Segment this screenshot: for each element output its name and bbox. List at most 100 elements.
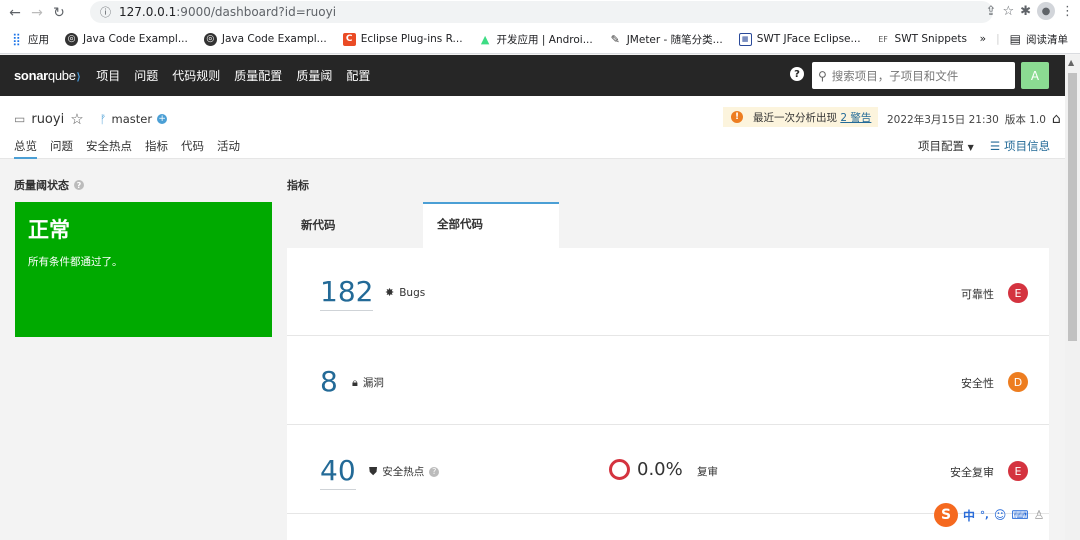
nav-rules[interactable]: 代码规则 (172, 67, 220, 84)
menu-kebab-icon[interactable]: ⋮ (1061, 4, 1074, 19)
security-review-rating[interactable]: E (1008, 461, 1028, 481)
vulnerabilities-label-text: 漏洞 (362, 377, 384, 389)
vulnerabilities-label: 🔒︎ 漏洞 (352, 375, 384, 390)
measure-row-hotspots: 40 ⛊ 安全热点 ? 0.0% 复审 安全复审 E (287, 426, 1049, 514)
bookmark-jmeter[interactable]: ✎ JMeter - 随笔分类... (609, 32, 723, 47)
bookmark-eclipse-plugins[interactable]: C Eclipse Plug-ins R... (342, 32, 463, 46)
emoji-icon[interactable]: ☺ (994, 508, 1007, 522)
nav-quality-profiles[interactable]: 质量配置 (234, 67, 282, 84)
reliability-label: 可靠性 (961, 288, 994, 301)
help-icon[interactable]: ? (74, 180, 84, 190)
nav-issues[interactable]: 问题 (134, 67, 158, 84)
tab-activity[interactable]: 活动 (217, 138, 240, 159)
bookmark-java-code-2[interactable]: ◎ Java Code Exampl... (203, 32, 327, 46)
forward-arrow-icon[interactable]: → (26, 2, 48, 24)
project-info-link[interactable]: ☰ 项目信息 (990, 138, 1050, 154)
bookmark-java-code-1[interactable]: ◎ Java Code Exampl... (65, 32, 188, 46)
bookmark-label: Java Code Exampl... (83, 33, 188, 45)
info-icon[interactable]: ⓘ (100, 4, 111, 20)
search-input[interactable]: ⚲ 搜索项目，子项目和文件 (812, 62, 1015, 89)
bookmark-swt-jface[interactable]: ▦ SWT JFace Eclipse... (738, 32, 861, 46)
search-placeholder: 搜索项目，子项目和文件 (831, 68, 959, 83)
sogou-logo-icon[interactable]: S (934, 503, 958, 527)
hotspots-label: ⛊ 安全热点 ? (369, 464, 440, 479)
home-icon[interactable]: ⌂ (1052, 111, 1061, 127)
star-bookmark-icon[interactable]: ☆ (1002, 4, 1014, 19)
tab-security-hotspots[interactable]: 安全热点 (86, 138, 132, 159)
security-review-label: 安全复审 (950, 466, 994, 479)
bugs-label: ✸ Bugs (385, 286, 425, 299)
project-config-dropdown[interactable]: 项目配置 ▼ (918, 138, 974, 154)
share-icon[interactable]: ⇪ (986, 4, 997, 19)
back-arrow-icon[interactable]: ← (4, 2, 26, 24)
quality-gate-description: 所有条件都通过了。 (28, 256, 123, 268)
bookmark-apps[interactable]: ⣿ 应用 (10, 32, 49, 47)
profile-icon[interactable]: ● (1037, 2, 1055, 20)
bookmark-label: SWT Snippets (894, 33, 967, 45)
pen-icon: ✎ (610, 32, 620, 46)
bookmarks-bar: ⣿ 应用 ◎ Java Code Exampl... ◎ Java Code E… (0, 25, 1080, 54)
extensions-icon[interactable]: ✱ (1020, 4, 1031, 19)
project-tabs: 总览 问题 安全热点 指标 代码 活动 (14, 138, 240, 159)
hotspots-reviewed-percent[interactable]: 0.0% (637, 459, 683, 480)
hotspots-count[interactable]: 40 (320, 457, 356, 490)
reliability-rating[interactable]: E (1008, 283, 1028, 303)
avatar[interactable]: A (1021, 62, 1049, 89)
tab-new-code[interactable]: 新代码 (287, 202, 423, 248)
bookmarks-overflow[interactable]: » (980, 33, 986, 45)
url-field[interactable]: ⓘ 127.0.0.1:9000/dashboard?id=ruoyi (90, 1, 993, 23)
keyboard-icon[interactable]: ⌨ (1011, 508, 1028, 522)
bookmark-swt-snippets[interactable]: EF SWT Snippets (877, 33, 967, 46)
nav-administration[interactable]: 配置 (346, 67, 370, 84)
tab-overview[interactable]: 总览 (14, 138, 37, 159)
ime-punctuation[interactable]: °, (980, 510, 989, 521)
measure-row-vulnerabilities: 8 🔒︎ 漏洞 安全性 D (287, 337, 1049, 425)
bookmark-label: 开发应用 | Androi... (496, 33, 593, 46)
sonarqube-logo[interactable]: sonarqube⟩ (14, 68, 81, 83)
sonarqube-top-nav: sonarqube⟩ 项目 问题 代码规则 质量配置 质量阈 配置 ? ⚲ 搜索… (0, 55, 1065, 96)
scroll-up-icon[interactable]: ▲ (1068, 58, 1074, 67)
warning-icon: ! (731, 111, 743, 123)
bookmark-label: Java Code Exampl... (221, 33, 327, 45)
tab-measures[interactable]: 指标 (145, 138, 168, 159)
quality-gate-status-box: 正常 所有条件都通过了。 (15, 202, 272, 337)
security-rating[interactable]: D (1008, 372, 1028, 392)
nav-projects[interactable]: 项目 (96, 67, 120, 84)
branch-name: master (111, 112, 153, 126)
browser-actions: ⇪ ☆ ✱ ● ⋮ (986, 2, 1074, 20)
bugs-label-text: Bugs (399, 286, 426, 299)
help-icon[interactable]: ? (790, 67, 804, 81)
bookmark-android-dev[interactable]: ▲ 开发应用 | Androi... (479, 32, 593, 47)
project-icon: ▭ (14, 112, 26, 126)
apps-grid-icon: ⣿ (12, 32, 21, 46)
project-config-label: 项目配置 (918, 139, 964, 153)
branch-selector[interactable]: ᚠ master + (100, 112, 168, 126)
page-scrollbar[interactable]: ▲ (1065, 55, 1080, 540)
measure-row-bugs: 182 ✸ Bugs 可靠性 E (287, 248, 1049, 336)
bookmark-label: SWT JFace Eclipse... (756, 33, 861, 45)
nav-quality-gates[interactable]: 质量阈 (296, 67, 332, 84)
bugs-count[interactable]: 182 (320, 278, 374, 311)
tab-issues[interactable]: 问题 (50, 138, 73, 159)
measures-title: 指标 (287, 179, 309, 192)
ime-language[interactable]: 中 (963, 507, 975, 524)
reading-list[interactable]: ▤ 阅读清单 (1010, 32, 1068, 47)
favorite-star-icon[interactable]: ☆ (70, 110, 83, 128)
project-actions: 项目配置 ▼ ☰ 项目信息 (918, 138, 1050, 154)
user-icon[interactable]: ♙ (1034, 508, 1045, 522)
vulnerabilities-count[interactable]: 8 (320, 368, 338, 400)
url-path: :9000/dashboard?id=ruoyi (176, 5, 337, 19)
tab-code[interactable]: 代码 (181, 138, 204, 159)
plus-icon[interactable]: + (157, 114, 168, 124)
reload-icon[interactable]: ↻ (48, 2, 70, 24)
browser-address-bar: ← → ↻ ⓘ 127.0.0.1:9000/dashboard?id=ruoy… (0, 0, 1080, 25)
project-meta: 2022年3月15日 21:30 版本 1.0 ⌂ (887, 111, 1061, 127)
globe-icon: ◎ (203, 32, 217, 46)
analysis-date: 2022年3月15日 21:30 (887, 113, 999, 126)
scroll-thumb[interactable] (1068, 73, 1077, 341)
project-name[interactable]: ruoyi (31, 112, 64, 127)
warning-link[interactable]: 2 警告 (840, 112, 871, 124)
help-icon[interactable]: ? (429, 466, 440, 477)
analysis-warning: ! 最近一次分析出现 2 警告 (723, 107, 878, 127)
tab-overall-code[interactable]: 全部代码 (423, 202, 559, 248)
